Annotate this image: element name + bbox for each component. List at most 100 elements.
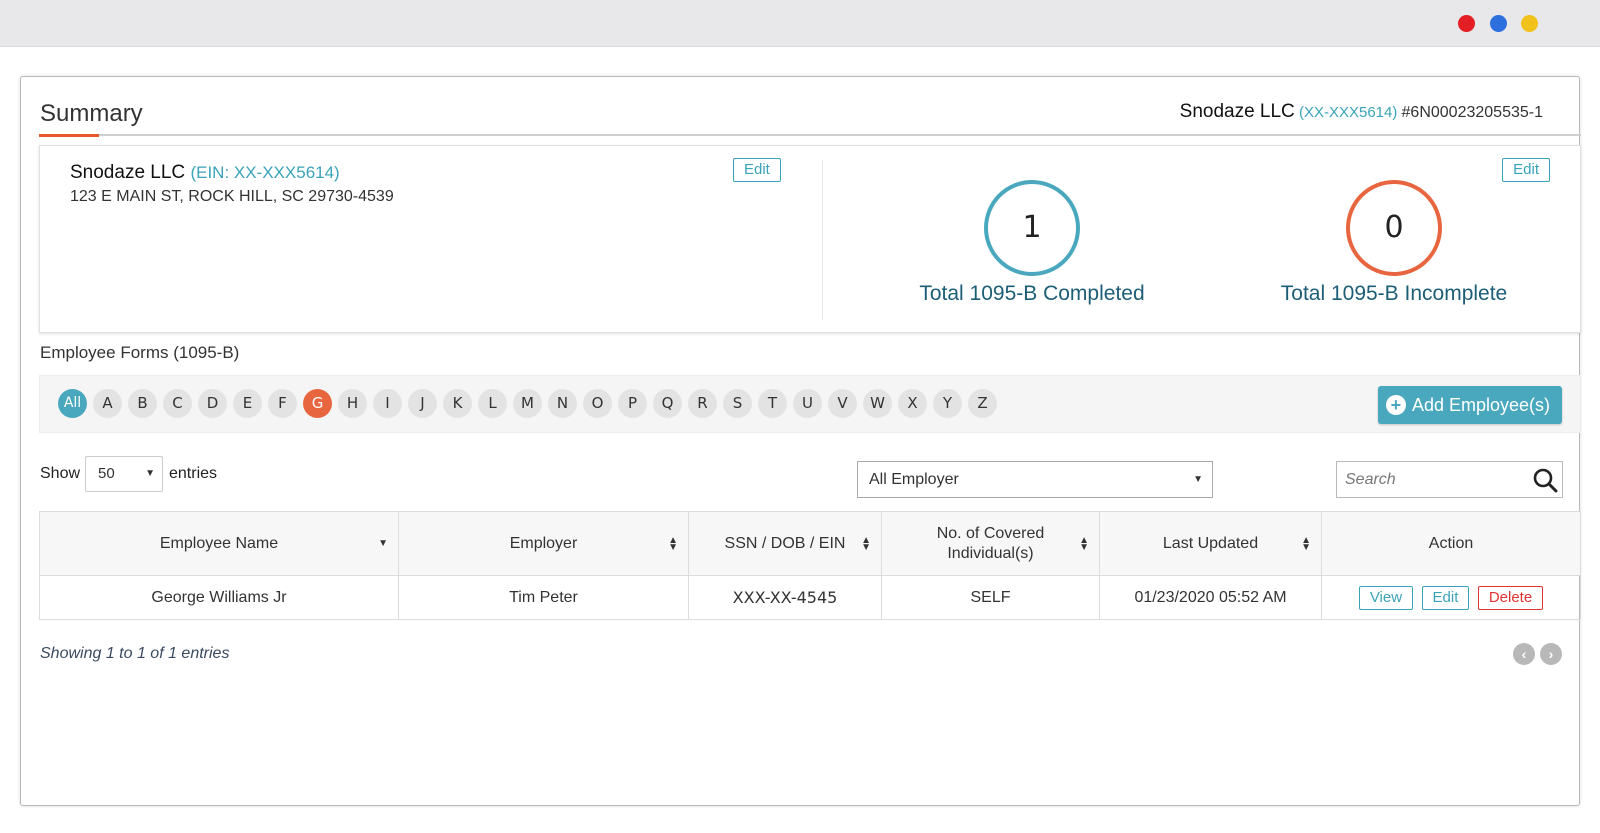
- alpha-filter-c[interactable]: C: [163, 389, 192, 418]
- browser-title-bar: [0, 0, 1600, 47]
- sort-desc-icon: ▼: [378, 537, 388, 549]
- alpha-filter-p[interactable]: P: [618, 389, 647, 418]
- header-form-number: #6N00023205535-1: [1401, 104, 1543, 121]
- alpha-filter-s[interactable]: S: [723, 389, 752, 418]
- alpha-filter-k[interactable]: K: [443, 389, 472, 418]
- alpha-filter-j[interactable]: J: [408, 389, 437, 418]
- employee-name-cell: George Williams Jr: [39, 575, 399, 620]
- entries-per-page-select[interactable]: 50 ▼: [85, 456, 163, 492]
- table-row: George Williams Jr Tim Peter XXX-XX-4545…: [39, 575, 1581, 620]
- alpha-filter-g[interactable]: G: [303, 389, 332, 418]
- alpha-filter-n[interactable]: N: [548, 389, 577, 418]
- alpha-filter-m[interactable]: M: [513, 389, 542, 418]
- add-employee-label: Add Employee(s): [1411, 394, 1550, 415]
- alpha-filter-t[interactable]: T: [758, 389, 787, 418]
- header-label: Employee Name: [159, 534, 279, 552]
- completed-stat[interactable]: 1 Total 1095-B Completed: [882, 180, 1182, 306]
- action-cell: View Edit Delete: [1321, 575, 1581, 620]
- search-icon[interactable]: [1532, 467, 1558, 493]
- alpha-filter-r[interactable]: R: [688, 389, 717, 418]
- header-label: Last Updated: [1162, 534, 1259, 552]
- completed-count: 1: [984, 180, 1080, 276]
- alpha-filter-q[interactable]: Q: [653, 389, 682, 418]
- header-label: Action: [1428, 534, 1474, 552]
- sort-icon: ▲ ▼: [861, 534, 871, 553]
- alphabet-filter-list: All A B C D E F G H I J K L M N O P Q R S T U V W X Y Z: [58, 389, 997, 418]
- alpha-filter-o[interactable]: O: [583, 389, 612, 418]
- column-header-ssn[interactable]: SSN / DOB / EIN ▲ ▼: [688, 511, 882, 576]
- header-company-info: Snodaze LLC (XX-XXX5614) #6N00023205535-…: [1180, 101, 1543, 123]
- alpha-filter-a[interactable]: A: [93, 389, 122, 418]
- alpha-filter-v[interactable]: V: [828, 389, 857, 418]
- alpha-filter-i[interactable]: I: [373, 389, 402, 418]
- column-header-last-updated[interactable]: Last Updated ▲ ▼: [1099, 511, 1322, 576]
- alpha-filter-x[interactable]: X: [898, 389, 927, 418]
- delete-button[interactable]: Delete: [1477, 585, 1544, 610]
- caret-down-icon: ▼: [1193, 474, 1203, 485]
- search-box: [1336, 461, 1563, 498]
- header-company-name: Snodaze LLC: [1179, 101, 1295, 122]
- completed-label: Total 1095-B Completed: [919, 282, 1145, 305]
- column-header-employee-name[interactable]: Employee Name ▼: [39, 511, 399, 576]
- company-address: 123 E MAIN ST, ROCK HILL, SC 29730-4539: [70, 188, 394, 205]
- header-label: No. of Covered Individual(s): [936, 524, 1045, 562]
- covered-cell: SELF: [881, 575, 1100, 620]
- edit-row-button[interactable]: Edit: [1421, 585, 1470, 610]
- employee-table: Employee Name ▼ Employer ▲ ▼ SSN / DOB / …: [39, 511, 1581, 620]
- edit-company-button[interactable]: Edit: [733, 158, 781, 182]
- ssn-cell: XXX-XX-4545: [688, 575, 882, 620]
- card-divider: [822, 160, 823, 320]
- company-name-line: Snodaze LLC (EIN: XX-XXX5614): [70, 162, 340, 184]
- sort-icon: ▲ ▼: [1301, 534, 1311, 553]
- alpha-filter-d[interactable]: D: [198, 389, 227, 418]
- employer-filter-value: All Employer: [869, 471, 959, 488]
- alpha-filter-w[interactable]: W: [863, 389, 892, 418]
- title-divider-accent: [39, 134, 99, 137]
- employer-cell: Tim Peter: [398, 575, 689, 620]
- alpha-filter-e[interactable]: E: [233, 389, 262, 418]
- sort-icon: ▲ ▼: [668, 534, 678, 553]
- alpha-filter-u[interactable]: U: [793, 389, 822, 418]
- column-header-covered[interactable]: No. of Covered Individual(s) ▲ ▼: [881, 511, 1100, 576]
- alpha-filter-y[interactable]: Y: [933, 389, 962, 418]
- window-maximize-dot[interactable]: [1521, 15, 1538, 32]
- sort-icon: ▲ ▼: [1079, 534, 1089, 553]
- alpha-filter-b[interactable]: B: [128, 389, 157, 418]
- header-company-ein: (XX-XXX5614): [1298, 104, 1398, 121]
- alpha-filter-l[interactable]: L: [478, 389, 507, 418]
- alpha-filter-h[interactable]: H: [338, 389, 367, 418]
- view-button[interactable]: View: [1358, 585, 1414, 610]
- window-close-dot[interactable]: [1458, 15, 1475, 32]
- incomplete-stat[interactable]: 0 Total 1095-B Incomplete: [1244, 180, 1544, 306]
- column-header-employer[interactable]: Employer ▲ ▼: [398, 511, 689, 576]
- plus-circle-icon: +: [1385, 395, 1406, 415]
- employee-forms-title: Employee Forms (1095-B): [40, 343, 240, 362]
- incomplete-count: 0: [1346, 180, 1442, 276]
- table-header-row: Employee Name ▼ Employer ▲ ▼ SSN / DOB / …: [39, 511, 1581, 576]
- employer-filter-select[interactable]: All Employer ▼: [857, 461, 1213, 498]
- add-employee-button[interactable]: + Add Employee(s): [1377, 386, 1562, 424]
- header-label: SSN / DOB / EIN: [724, 534, 846, 552]
- previous-page-icon[interactable]: ‹: [1513, 643, 1535, 665]
- title-divider: [39, 134, 1581, 136]
- show-label: Show: [40, 465, 81, 482]
- last-updated-cell: 01/23/2020 05:52 AM: [1099, 575, 1322, 620]
- entries-value: 50: [98, 465, 115, 482]
- alpha-filter-all[interactable]: All: [58, 389, 87, 418]
- next-page-icon[interactable]: ›: [1540, 643, 1562, 665]
- alphabet-filter-bar: All A B C D E F G H I J K L M N O P Q R S T U V W X Y Z + Add Empl…: [39, 375, 1581, 433]
- search-input[interactable]: [1337, 462, 1527, 497]
- company-ein: (EIN: XX-XXX5614): [190, 163, 340, 182]
- column-header-action: Action: [1321, 511, 1581, 576]
- alpha-filter-z[interactable]: Z: [968, 389, 997, 418]
- caret-down-icon: ▼: [145, 468, 155, 479]
- entries-label: entries: [169, 465, 218, 482]
- alpha-filter-f[interactable]: F: [268, 389, 297, 418]
- page-title: Summary: [40, 100, 143, 127]
- company-info-card: Snodaze LLC (EIN: XX-XXX5614) 123 E MAIN…: [39, 145, 1581, 333]
- window-minimize-dot[interactable]: [1490, 15, 1507, 32]
- edit-stats-button[interactable]: Edit: [1502, 158, 1550, 182]
- header-label: Employer: [509, 534, 578, 552]
- incomplete-label: Total 1095-B Incomplete: [1280, 282, 1508, 305]
- table-info: Showing 1 to 1 of 1 entries: [40, 645, 230, 662]
